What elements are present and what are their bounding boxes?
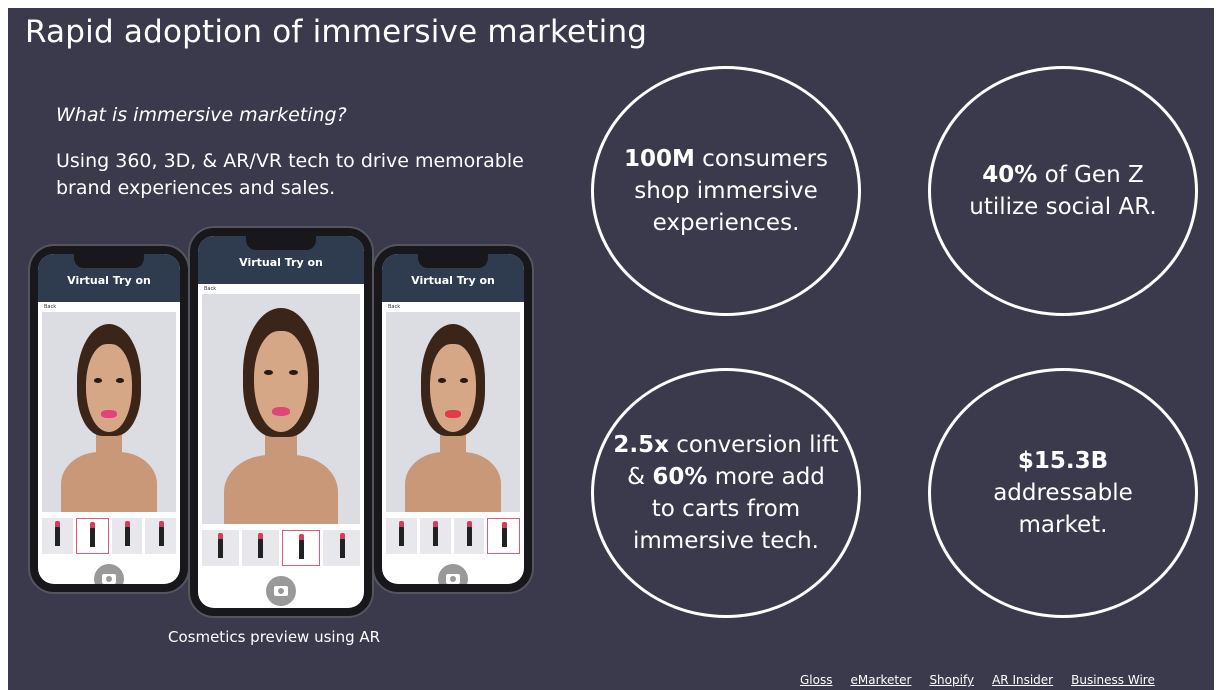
phone-notch bbox=[246, 236, 316, 250]
phone-right: Virtual Try on Back bbox=[372, 244, 534, 594]
swatch-selected[interactable] bbox=[75, 518, 109, 554]
stat-value: 60% bbox=[652, 464, 708, 490]
slide-title: Rapid adoption of immersive marketing bbox=[25, 14, 648, 50]
swatch-selected[interactable] bbox=[487, 518, 520, 554]
phone-notch bbox=[418, 254, 488, 268]
camera-icon[interactable] bbox=[94, 564, 124, 584]
model-photo bbox=[202, 294, 360, 524]
stat-value: 100M bbox=[623, 146, 695, 172]
sources: Gloss eMarketer Shopify AR Insider Business … bbox=[782, 673, 1155, 687]
stat-consumers: 100M consumers shop immersive experience… bbox=[591, 66, 861, 316]
source-link[interactable]: Business Wire bbox=[1071, 673, 1155, 687]
model-photo bbox=[42, 312, 176, 512]
phone-screen: Virtual Try on Back bbox=[38, 254, 180, 584]
stat-value: 2.5x bbox=[613, 432, 669, 458]
stat-market: $15.3B addressable market. bbox=[928, 368, 1198, 618]
phone-screen: Virtual Try on Back bbox=[198, 236, 364, 608]
phone-left: Virtual Try on Back bbox=[28, 244, 190, 594]
stat-genz: 40% of Gen Z utilize social AR. bbox=[928, 66, 1198, 316]
swatch[interactable] bbox=[453, 518, 485, 554]
swatch[interactable] bbox=[42, 518, 73, 554]
model-photo bbox=[386, 312, 520, 512]
stat-text: addressable market. bbox=[993, 480, 1133, 538]
description-text: Using 360, 3D, & AR/VR tech to drive mem… bbox=[56, 150, 524, 199]
swatch[interactable] bbox=[241, 530, 279, 566]
stat-conversion: 2.5x conversion lift & 60% more add to c… bbox=[591, 368, 861, 618]
source-link[interactable]: Shopify bbox=[929, 673, 974, 687]
phone-screen: Virtual Try on Back bbox=[382, 254, 524, 584]
lipstick-swatches bbox=[386, 518, 520, 554]
swatch[interactable] bbox=[323, 530, 360, 566]
swatch[interactable] bbox=[386, 518, 417, 554]
swatch[interactable] bbox=[419, 518, 451, 554]
camera-icon[interactable] bbox=[438, 564, 468, 584]
phones-caption: Cosmetics preview using AR bbox=[168, 628, 381, 646]
back-link[interactable]: Back bbox=[38, 302, 180, 312]
lipstick-swatches bbox=[202, 530, 360, 566]
stat-value: $15.3B bbox=[1017, 448, 1109, 474]
source-link[interactable]: eMarketer bbox=[850, 673, 911, 687]
back-link[interactable]: Back bbox=[382, 302, 524, 312]
phone-notch bbox=[74, 254, 144, 268]
source-link[interactable]: Gloss bbox=[800, 673, 832, 687]
swatch[interactable] bbox=[202, 530, 239, 566]
source-link[interactable]: AR Insider bbox=[992, 673, 1053, 687]
swatch[interactable] bbox=[145, 518, 176, 554]
slide: Rapid adoption of immersive marketing Wh… bbox=[8, 8, 1214, 690]
camera-icon[interactable] bbox=[266, 576, 296, 606]
back-link[interactable]: Back bbox=[198, 284, 364, 294]
stat-value: 40% bbox=[982, 162, 1038, 188]
swatch-selected[interactable] bbox=[281, 530, 321, 566]
swatch[interactable] bbox=[111, 518, 143, 554]
phone-center: Virtual Try on Back bbox=[188, 226, 374, 618]
question-text: What is immersive marketing? bbox=[56, 104, 347, 126]
lipstick-swatches bbox=[42, 518, 176, 554]
